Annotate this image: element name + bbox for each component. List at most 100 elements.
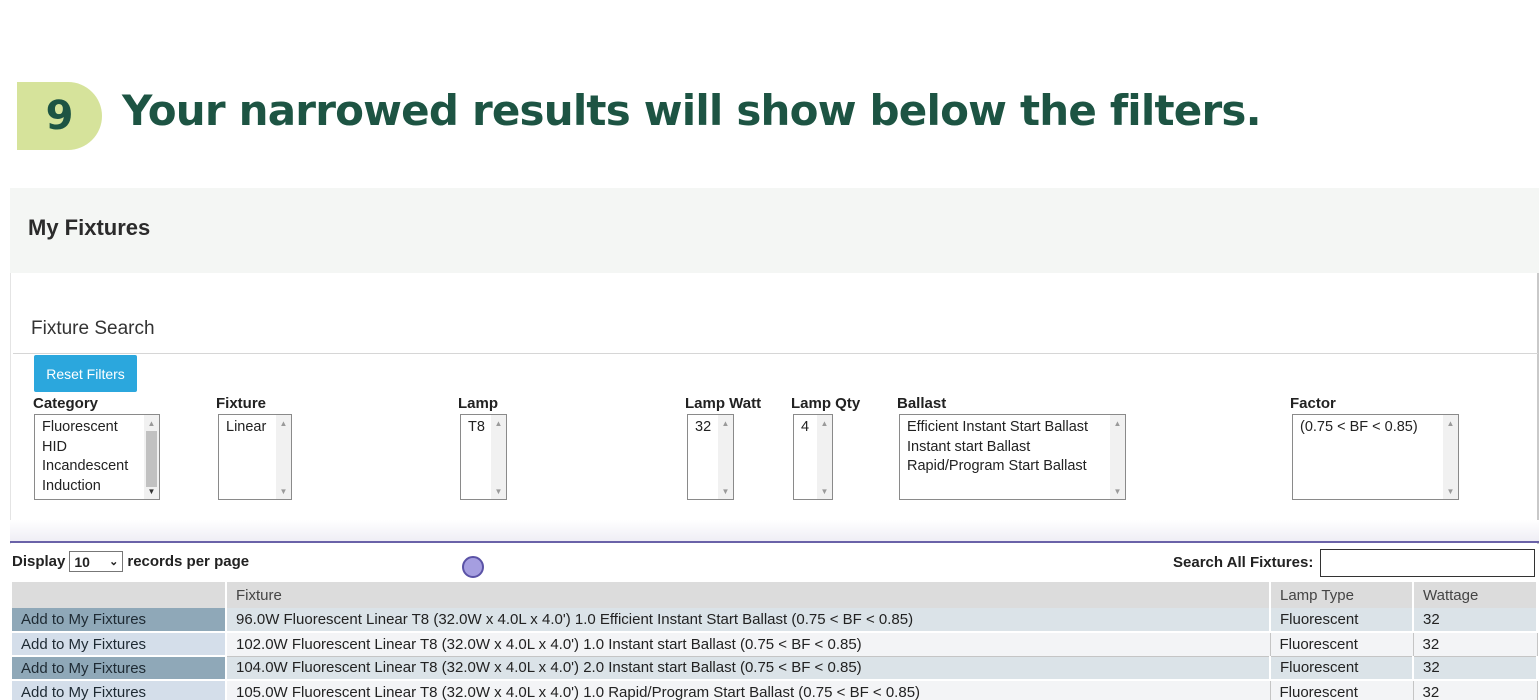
lamp-qty-select[interactable]: 4 ▲ ▼: [793, 414, 833, 500]
select-option[interactable]: Induction: [35, 477, 143, 497]
lamp-qty-options: 4: [794, 418, 816, 438]
category-select[interactable]: Fluorescent HID Incandescent Induction ▲ ▼: [34, 414, 160, 500]
scroll-up-icon[interactable]: ▲: [1110, 417, 1125, 429]
search-label: Search All Fixtures:: [1173, 554, 1314, 571]
display-suffix: records per page: [127, 553, 250, 570]
category-options: Fluorescent HID Incandescent Induction: [35, 418, 143, 496]
fixture-search-panel: Fixture Search Reset Filters Category Fl…: [10, 273, 1539, 544]
reset-filters-button[interactable]: Reset Filters: [34, 355, 137, 392]
page-size-select[interactable]: 10 ⌄: [69, 551, 124, 572]
chevron-down-icon: ⌄: [109, 556, 119, 568]
select-option[interactable]: Rapid/Program Start Ballast: [900, 457, 1109, 477]
select-option[interactable]: Efficient Instant Start Ballast: [900, 418, 1109, 438]
select-option[interactable]: Fluorescent: [35, 418, 143, 438]
step-badge: 9: [17, 82, 102, 150]
factor-label: Factor: [1290, 395, 1336, 412]
lamp-qty-label: Lamp Qty: [791, 395, 861, 412]
add-to-my-fixtures-button[interactable]: Add to My Fixtures: [12, 608, 227, 633]
scroll-down-icon[interactable]: ▼: [276, 485, 291, 497]
scroll-up-icon[interactable]: ▲: [491, 417, 506, 429]
wattage-cell: 32: [1413, 608, 1538, 633]
display-prefix: Display: [12, 553, 66, 570]
fixture-cell: 104.0W Fluorescent Linear T8 (32.0W x 4.…: [226, 656, 1271, 681]
table-row: Add to My Fixtures 102.0W Fluorescent Li…: [12, 631, 1538, 657]
select-option[interactable]: Instant start Ballast: [900, 438, 1109, 458]
select-option[interactable]: Incandescent: [35, 457, 143, 477]
select-option[interactable]: (0.75 < BF < 0.85): [1293, 418, 1442, 438]
fixture-cell: 96.0W Fluorescent Linear T8 (32.0W x 4.0…: [226, 608, 1271, 633]
divider: [13, 353, 1538, 354]
add-to-my-fixtures-button[interactable]: Add to My Fixtures: [12, 632, 227, 657]
lamp-qty-scrollbar[interactable]: ▲ ▼: [817, 415, 832, 499]
table-header-row: Fixture Lamp Type Wattage: [12, 582, 1538, 608]
select-option[interactable]: HID: [35, 438, 143, 458]
ballast-options: Efficient Instant Start Ballast Instant s…: [900, 418, 1109, 477]
factor-select[interactable]: (0.75 < BF < 0.85) ▲ ▼: [1292, 414, 1459, 500]
scroll-down-icon[interactable]: ▼: [718, 485, 733, 497]
wattage-cell: 32: [1413, 656, 1538, 681]
factor-options: (0.75 < BF < 0.85): [1293, 418, 1442, 438]
scroll-up-icon[interactable]: ▲: [817, 417, 832, 429]
scroll-up-icon[interactable]: ▲: [144, 417, 159, 429]
select-option[interactable]: 32: [688, 418, 717, 438]
fixture-select[interactable]: Linear ▲ ▼: [218, 414, 292, 500]
wattage-cell: 32: [1412, 631, 1538, 657]
table-row: Add to My Fixtures 105.0W Fluorescent Li…: [12, 679, 1538, 700]
column-header-action[interactable]: [12, 582, 227, 608]
scroll-down-icon[interactable]: ▼: [1110, 485, 1125, 497]
fixture-cell: 102.0W Fluorescent Linear T8 (32.0W x 4.…: [225, 631, 1271, 657]
lamp-type-cell: Fluorescent: [1270, 608, 1414, 633]
fixtures-table: Fixture Lamp Type Wattage Add to My Fixt…: [12, 582, 1538, 700]
fixture-scrollbar[interactable]: ▲ ▼: [276, 415, 291, 499]
select-option[interactable]: 4: [794, 418, 816, 438]
scroll-up-icon[interactable]: ▲: [276, 417, 291, 429]
lamp-watt-label: Lamp Watt: [685, 395, 762, 412]
add-to-my-fixtures-button[interactable]: Add to My Fixtures: [12, 680, 227, 700]
select-option[interactable]: T8: [461, 418, 490, 438]
table-row: Add to My Fixtures 96.0W Fluorescent Lin…: [12, 608, 1538, 633]
scroll-down-icon[interactable]: ▼: [144, 485, 159, 497]
cursor-indicator-icon: [462, 556, 484, 578]
scroll-down-icon[interactable]: ▼: [817, 485, 832, 497]
table-row: Add to My Fixtures 104.0W Fluorescent Li…: [12, 656, 1538, 681]
lamp-select[interactable]: T8 ▲ ▼: [460, 414, 507, 500]
column-header-wattage[interactable]: Wattage: [1413, 582, 1538, 608]
factor-scrollbar[interactable]: ▲ ▼: [1443, 415, 1458, 499]
scroll-up-icon[interactable]: ▲: [1443, 417, 1458, 429]
fixture-cell: 105.0W Fluorescent Linear T8 (32.0W x 4.…: [225, 679, 1271, 700]
fixture-label: Fixture: [216, 395, 267, 412]
fixture-options: Linear: [219, 418, 275, 438]
column-header-fixture[interactable]: Fixture: [226, 582, 1271, 608]
lamp-watt-select[interactable]: 32 ▲ ▼: [687, 414, 734, 500]
scroll-up-icon[interactable]: ▲: [718, 417, 733, 429]
lamp-options: T8: [461, 418, 490, 438]
column-header-lamp-type[interactable]: Lamp Type: [1270, 582, 1414, 608]
panel-header: My Fixtures: [10, 188, 1539, 273]
category-scrollbar[interactable]: ▲ ▼: [144, 415, 159, 499]
lamp-watt-options: 32: [688, 418, 717, 438]
lamp-type-cell: Fluorescent: [1270, 656, 1414, 681]
step-title: Your narrowed results will show below th…: [122, 86, 1262, 135]
section-shadow: [10, 520, 1539, 541]
page-size-control: Display 10 ⌄ records per page: [12, 551, 249, 572]
ballast-scrollbar[interactable]: ▲ ▼: [1110, 415, 1125, 499]
lamp-scrollbar[interactable]: ▲ ▼: [491, 415, 506, 499]
scroll-down-icon[interactable]: ▼: [1443, 485, 1458, 497]
fixture-search-heading: Fixture Search: [31, 318, 155, 339]
lamp-watt-scrollbar[interactable]: ▲ ▼: [718, 415, 733, 499]
select-option[interactable]: Linear: [219, 418, 275, 438]
scroll-thumb[interactable]: [146, 431, 157, 487]
add-to-my-fixtures-button[interactable]: Add to My Fixtures: [12, 656, 227, 681]
lamp-label: Lamp: [458, 395, 499, 412]
lamp-type-cell: Fluorescent: [1269, 679, 1414, 700]
ballast-label: Ballast: [897, 395, 947, 412]
section-divider: [10, 541, 1539, 543]
panel-title: My Fixtures: [28, 215, 151, 240]
step-number: 9: [45, 93, 74, 139]
ballast-select[interactable]: Efficient Instant Start Ballast Instant s…: [899, 414, 1126, 500]
wattage-cell: 32: [1412, 679, 1538, 700]
search-all-fixtures-input[interactable]: [1320, 549, 1535, 577]
page-size-value: 10: [74, 553, 90, 570]
scroll-down-icon[interactable]: ▼: [491, 485, 506, 497]
category-label: Category: [33, 395, 99, 412]
